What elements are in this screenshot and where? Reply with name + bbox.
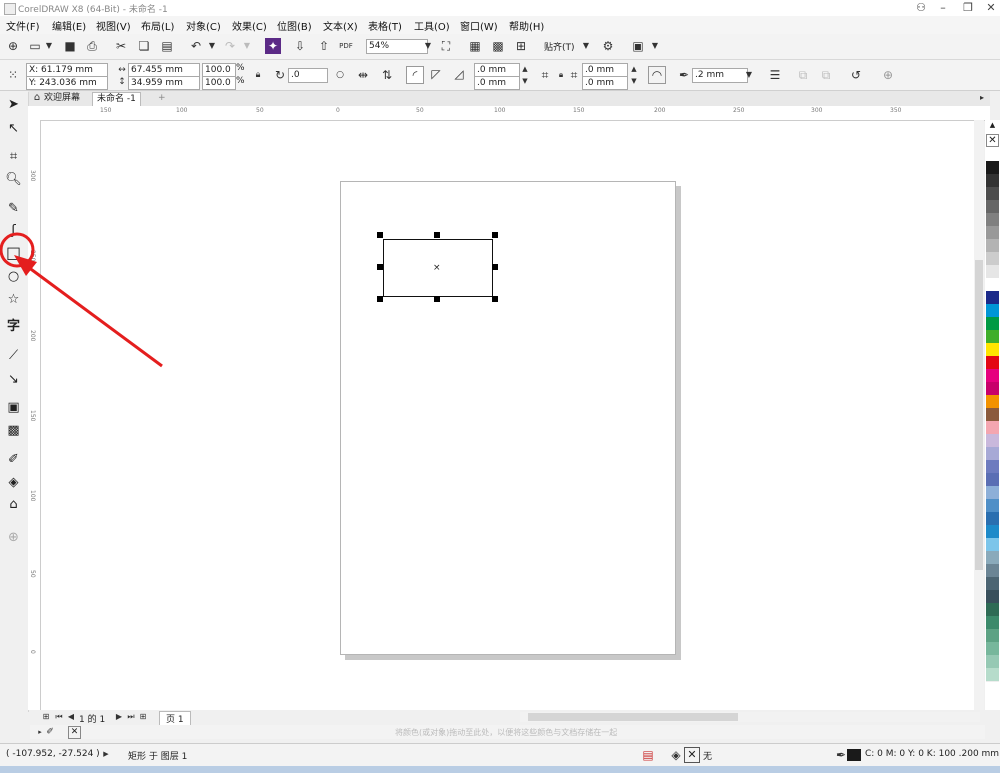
page-tab[interactable]: 页 1 <box>159 711 191 726</box>
fill-status: 无 <box>703 752 713 762</box>
status-bar: ( -107.952, -27.524 ) ▶ 矩形 于 图层 1 ▤ ◈ ✕ … <box>0 743 1000 766</box>
eyedropper-small-icon[interactable]: ✐ <box>42 724 58 740</box>
annotation-arrow-line <box>23 262 163 368</box>
outline-status: C: 0 M: 0 Y: 0 K: 100 .200 mm <box>865 749 1000 759</box>
fill-bucket-icon[interactable]: ◈ <box>668 747 684 763</box>
previous-page-icon[interactable]: ◀ <box>63 709 79 725</box>
document-palette-hint: 将颜色(或对象)拖动至此处，以便将这些颜色与文档存储在一起 <box>395 728 618 737</box>
annotation-overlay <box>0 232 163 368</box>
status-arrow-icon[interactable]: ▶ <box>98 746 114 762</box>
object-info: 矩形 于 图层 1 <box>128 752 188 762</box>
add-page-after-icon[interactable]: ⊞ <box>135 709 151 725</box>
outline-color-swatch[interactable] <box>847 749 861 761</box>
page-count-label: 1 的 1 <box>79 715 106 725</box>
page-navigator: ⊞ ⏮ ◀ 1 的 1 ▶ ⏭ ⊞ 页 1 <box>35 709 515 726</box>
no-fill-swatch-icon[interactable]: ✕ <box>68 726 81 739</box>
document-palette-bar: ▸ ✐ ✕ 将颜色(或对象)拖动至此处，以便将这些颜色与文档存储在一起 <box>30 725 985 739</box>
fill-none-swatch-icon[interactable]: ✕ <box>684 747 700 763</box>
cursor-coordinates: ( -107.952, -27.524 ) <box>6 749 100 759</box>
color-proof-icon[interactable]: ▤ <box>640 747 656 763</box>
os-taskbar <box>0 766 1000 773</box>
